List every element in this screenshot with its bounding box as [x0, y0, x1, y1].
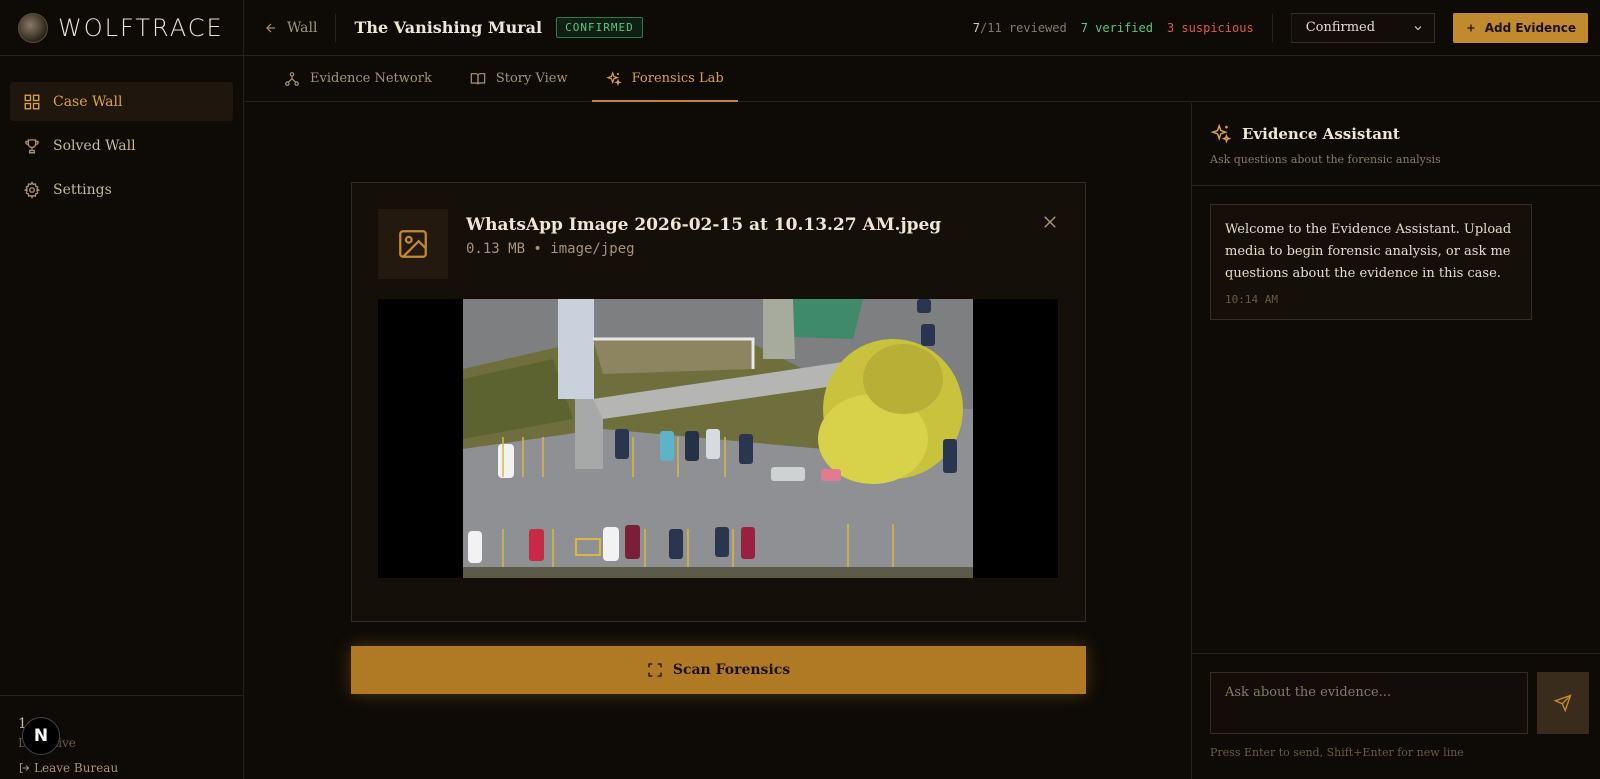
leave-bureau-link[interactable]: Leave Bureau	[18, 761, 118, 775]
case-title: The Vanishing Mural	[354, 18, 543, 37]
dev-tools-badge[interactable]: N	[22, 717, 60, 755]
stat-verified: 7 verified	[1080, 20, 1153, 35]
top-header: Wall The Vanishing Mural CONFIRMED 7/11 …	[244, 0, 1600, 56]
view-tabs: Evidence Network Story View Forensics La…	[244, 56, 1600, 102]
scan-forensics-button[interactable]: Scan Forensics	[351, 646, 1086, 694]
send-icon	[1554, 694, 1572, 712]
sidebar: WOLFTRACE Case Wall Solved Wall Settings	[0, 0, 244, 779]
send-button[interactable]	[1537, 672, 1589, 734]
sidebar-nav: Case Wall Solved Wall Settings	[0, 56, 243, 209]
brand[interactable]: WOLFTRACE	[0, 0, 243, 56]
gear-icon	[23, 180, 41, 199]
wolf-logo-icon	[18, 12, 48, 43]
tab-forensics-lab[interactable]: Forensics Lab	[591, 56, 738, 102]
sidebar-item-label: Solved Wall	[53, 137, 136, 154]
plus-icon	[1467, 24, 1475, 31]
book-icon	[470, 72, 486, 84]
forensics-lab: WhatsApp Image 2026-02-15 at 10.13.27 AM…	[244, 103, 1191, 779]
file-type-box	[378, 209, 448, 279]
trophy-icon	[25, 138, 39, 153]
assistant-title: Evidence Assistant	[1242, 125, 1400, 143]
status-badge: CONFIRMED	[556, 17, 643, 38]
image-preview	[378, 299, 1058, 578]
sidebar-footer: 1 Detective Leave Bureau N	[0, 695, 244, 779]
sidebar-item-label: Settings	[53, 181, 112, 198]
image-icon	[399, 230, 427, 258]
assistant-title-row: Evidence Assistant	[1210, 123, 1582, 145]
tab-label: Story View	[495, 71, 568, 86]
case-stats: 7/11 reviewed 7 verified 3 suspicious	[973, 21, 1254, 35]
reviewed-count: 7	[972, 20, 981, 35]
stat-suspicious: 3 suspicious	[1166, 20, 1254, 35]
header-divider	[1271, 13, 1273, 42]
tab-label: Forensics Lab	[631, 71, 724, 86]
chevron-down-icon	[1414, 25, 1422, 30]
sidebar-item-case-wall[interactable]: Case Wall	[10, 82, 233, 121]
uploaded-file-card: WhatsApp Image 2026-02-15 at 10.13.27 AM…	[351, 182, 1086, 622]
sparkles-icon	[1210, 123, 1232, 144]
file-name: WhatsApp Image 2026-02-15 at 10.13.27 AM…	[466, 215, 942, 235]
back-label: Wall	[287, 19, 318, 36]
sidebar-item-label: Case Wall	[53, 93, 123, 110]
arrow-left-icon	[266, 23, 276, 32]
back-to-wall-button[interactable]: Wall	[244, 13, 337, 42]
logout-icon	[20, 763, 30, 773]
tab-label: Evidence Network	[310, 71, 432, 86]
case-status-select[interactable]: Confirmed	[1290, 12, 1435, 43]
sparkles-icon	[605, 70, 622, 86]
aerial-parking-lot-photo	[463, 299, 973, 578]
assistant-header: Evidence Assistant Ask questions about t…	[1192, 103, 1600, 186]
evidence-assistant-panel: Evidence Assistant Ask questions about t…	[1191, 103, 1600, 779]
stat-reviewed: 7/11 reviewed	[973, 21, 1067, 35]
assistant-message: Welcome to the Evidence Assistant. Uploa…	[1210, 204, 1532, 320]
leave-bureau-label: Leave Bureau	[34, 761, 119, 775]
tab-evidence-network[interactable]: Evidence Network	[270, 56, 446, 101]
network-icon	[285, 71, 299, 86]
message-time: 10:14 AM	[1225, 293, 1278, 306]
sidebar-item-solved-wall[interactable]: Solved Wall	[10, 126, 233, 165]
tab-story-view[interactable]: Story View	[456, 56, 582, 101]
header-right: 7/11 reviewed 7 verified 3 suspicious Co…	[973, 12, 1600, 43]
message-text: Welcome to the Evidence Assistant. Uploa…	[1225, 222, 1512, 281]
input-hint: Press Enter to send, Shift+Enter for new…	[1210, 746, 1464, 759]
scan-icon	[648, 663, 662, 677]
reviewed-total: /11 reviewed	[980, 20, 1067, 35]
sidebar-item-settings[interactable]: Settings	[10, 170, 233, 209]
assistant-input[interactable]	[1210, 672, 1528, 734]
case-status-value: Confirmed	[1305, 20, 1376, 35]
close-icon[interactable]	[1041, 213, 1059, 231]
add-evidence-button[interactable]: Add Evidence	[1452, 12, 1588, 43]
brand-name: WOLFTRACE	[58, 13, 224, 42]
file-meta: 0.13 MB • image/jpeg	[466, 241, 635, 257]
assistant-input-area: Press Enter to send, Shift+Enter for new…	[1192, 653, 1600, 779]
grid-icon	[24, 94, 40, 109]
scan-forensics-label: Scan Forensics	[672, 662, 791, 678]
add-evidence-label: Add Evidence	[1484, 20, 1576, 35]
assistant-subtitle: Ask questions about the forensic analysi…	[1210, 153, 1441, 166]
